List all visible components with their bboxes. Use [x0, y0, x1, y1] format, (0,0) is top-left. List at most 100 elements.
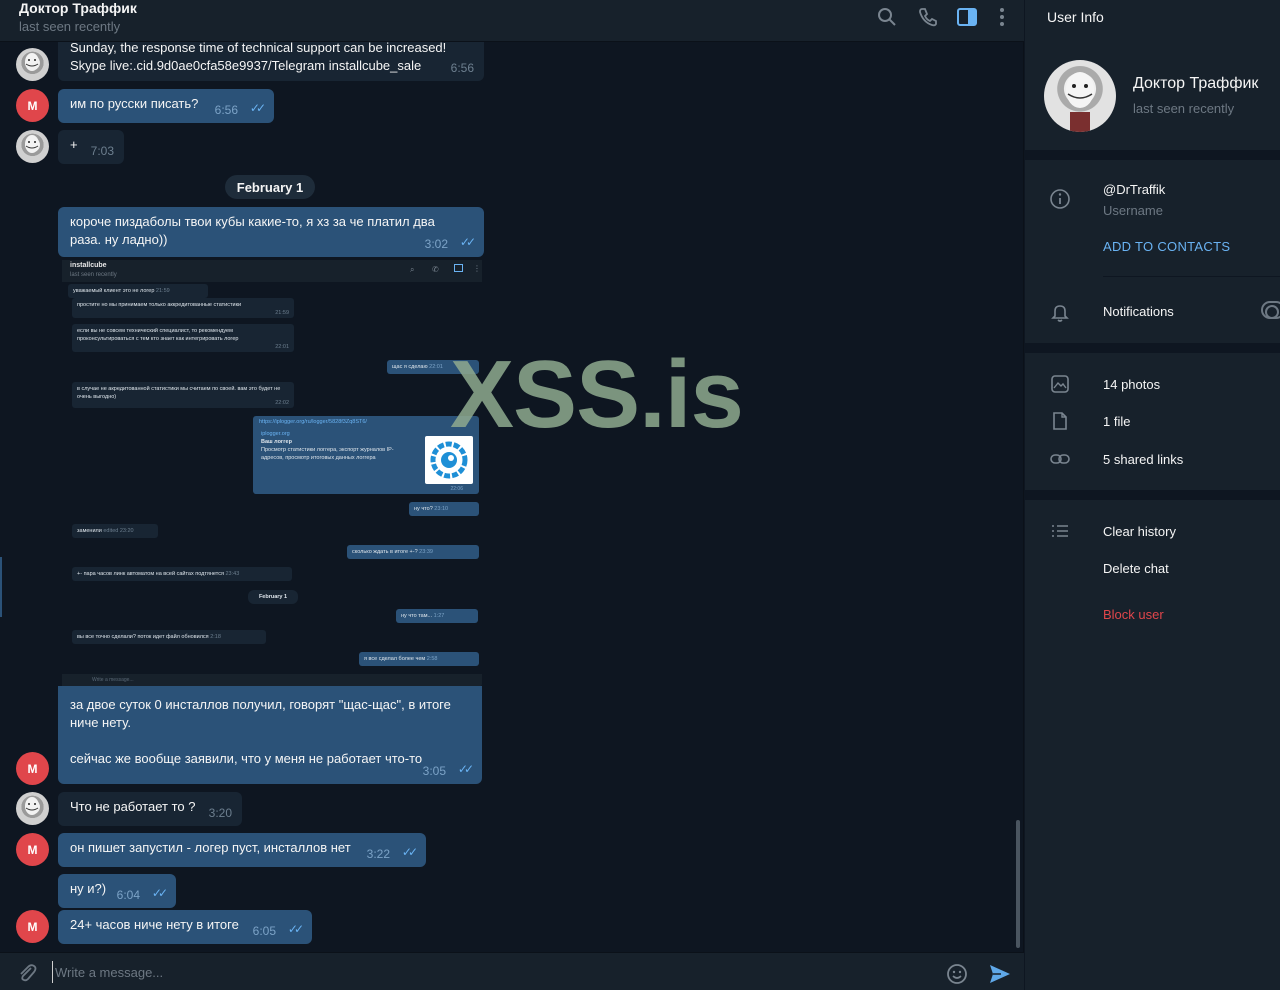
list-icon	[1049, 520, 1071, 542]
message-text: +	[70, 137, 78, 152]
avatar[interactable]: M	[16, 89, 49, 122]
read-receipt-icon: ✓✓	[249, 101, 266, 115]
message-time: 3:02	[424, 237, 448, 251]
message-time: 6:56	[450, 61, 474, 75]
embedded-message-time: 2:18	[210, 634, 221, 640]
profile-avatar[interactable]	[1044, 60, 1116, 132]
shared-links-item[interactable]: 5 shared links	[1103, 452, 1183, 467]
search-icon[interactable]	[876, 6, 898, 28]
message-bubble[interactable]: он пишет запустил - логер пуст, инсталло…	[58, 833, 426, 867]
embedded-sidebar-icon	[454, 264, 463, 272]
message-time: 6:04	[116, 888, 140, 902]
embedded-message-time: 22:06	[450, 486, 463, 492]
bell-icon	[1049, 301, 1071, 323]
embedded-message-time: 23:39	[419, 549, 433, 555]
section-divider	[1025, 490, 1280, 500]
avatar[interactable]: M	[16, 752, 49, 785]
embedded-message-text: в случае не акредитованной статистики мы…	[77, 386, 281, 400]
message-text: ну и?)	[70, 881, 107, 896]
panel-title: User Info	[1047, 9, 1104, 25]
clear-history-button[interactable]: Clear history	[1103, 524, 1176, 539]
embedded-header: installcube last seen recently ⌕ ✆ ⋮	[62, 260, 482, 282]
message-bubble[interactable]: ну и?) 6:04 ✓✓	[58, 874, 176, 908]
shared-files-item[interactable]: 1 file	[1103, 414, 1130, 429]
message-bubble[interactable]: Что не работает то ? 3:20	[58, 792, 242, 826]
embedded-title: installcube	[70, 262, 107, 269]
embedded-search-icon: ⌕	[410, 265, 415, 274]
avatar[interactable]: M	[16, 833, 49, 866]
selection-indicator	[0, 557, 2, 617]
shared-photos-item[interactable]: 14 photos	[1103, 377, 1160, 392]
message-text: он пишет запустил - логер пуст, инсталло…	[70, 840, 351, 855]
embedded-message: простите но мы принимаем только аккредит…	[72, 298, 294, 318]
avatar[interactable]	[16, 130, 49, 163]
telegram-window: Доктор Траффик last seen recently Sunday…	[0, 0, 1280, 990]
embedded-date-separator: February 1	[248, 590, 298, 604]
embedded-message: сколько ждать в итоге +-? 23:39	[347, 545, 479, 559]
message-bubble[interactable]: + 7:03	[58, 130, 124, 164]
embedded-status: last seen recently	[70, 272, 117, 278]
embedded-card-text: iplogger.org Ваш логгер Просмотр статист…	[261, 430, 411, 462]
message-input[interactable]	[52, 961, 912, 983]
embedded-message-text: заменили	[77, 528, 102, 534]
delete-chat-button[interactable]: Delete chat	[1103, 561, 1169, 576]
message-time: 3:05	[422, 764, 446, 778]
embedded-message-text: сколько ждать в итоге +-?	[352, 549, 418, 555]
embedded-message-time: 23:10	[434, 506, 449, 512]
read-receipt-icon: ✓✓	[151, 886, 168, 900]
message-text: Sunday, the response time of technical s…	[70, 42, 447, 73]
message-time: 7:03	[90, 144, 114, 158]
composer	[0, 952, 1024, 990]
embedded-card-site: iplogger.org	[261, 431, 290, 437]
embedded-message-text: если вы не совсем технический специалист…	[77, 328, 239, 342]
embedded-card-title: Ваш логгер	[261, 439, 292, 445]
photo-attachment[interactable]: installcube last seen recently ⌕ ✆ ⋮ ува…	[58, 258, 482, 686]
row-divider	[1103, 276, 1280, 277]
notifications-label[interactable]: Notifications	[1103, 304, 1174, 319]
username-label: Username	[1103, 203, 1163, 218]
section-divider	[1025, 343, 1280, 353]
message-bubble[interactable]: им по русски писать? 6:56 ✓✓	[58, 89, 274, 123]
chat-header[interactable]: Доктор Траффик last seen recently	[0, 0, 1024, 42]
watermark: XSS.is	[450, 341, 744, 448]
embedded-message-time: 21:59	[275, 310, 289, 316]
message-bubble[interactable]: за двое суток 0 инсталлов получил, говор…	[58, 686, 482, 784]
scrollbar[interactable]	[1016, 820, 1020, 948]
avatar[interactable]	[16, 48, 49, 81]
more-icon[interactable]	[991, 6, 1013, 28]
embedded-message-text: вы все точно сделали? поток идет файл об…	[77, 634, 209, 640]
embedded-message-text: +- пара часов линк автоматом на всей сай…	[77, 571, 224, 577]
block-user-button[interactable]: Block user	[1103, 607, 1164, 622]
message-time: 6:56	[214, 103, 238, 117]
embedded-message: заменили edited 23:20	[72, 524, 158, 538]
embedded-more-icon: ⋮	[473, 264, 481, 273]
sidebar-toggle-icon[interactable]	[956, 6, 978, 28]
add-to-contacts-button[interactable]: ADD TO CONTACTS	[1103, 239, 1230, 254]
send-icon[interactable]	[988, 963, 1012, 985]
notifications-toggle[interactable]	[1261, 301, 1280, 319]
message-bubble[interactable]: короче пиздаболы твои кубы какие-то, я х…	[58, 207, 484, 257]
embedded-composer-placeholder: Write a message...	[92, 677, 134, 683]
chat-area: Доктор Траффик last seen recently Sunday…	[0, 0, 1024, 990]
message-list[interactable]: Sunday, the response time of technical s…	[0, 42, 1024, 952]
embedded-message: в случае не акредитованной статистики мы…	[72, 382, 294, 408]
embedded-message-text: я все сделал более чем	[364, 656, 426, 662]
embedded-message-text: щас я сделаю	[392, 364, 428, 370]
message-bubble[interactable]: Sunday, the response time of technical s…	[58, 42, 484, 81]
avatar[interactable]: M	[16, 910, 49, 943]
avatar[interactable]	[16, 792, 49, 825]
attach-icon[interactable]	[16, 962, 38, 984]
chat-title[interactable]: Доктор Траффик	[19, 0, 137, 16]
message-text: короче пиздаболы твои кубы какие-то, я х…	[70, 214, 435, 247]
embedded-message-time: 2:58	[426, 656, 438, 662]
profile-name: Доктор Траффик	[1133, 75, 1259, 92]
section-divider	[1025, 150, 1280, 160]
phone-icon[interactable]	[917, 6, 939, 28]
message-text: им по русски писать?	[70, 96, 199, 111]
embedded-message-time: edited 23:20	[103, 528, 134, 534]
emoji-icon[interactable]	[946, 963, 968, 985]
date-separator: February 1	[225, 175, 315, 199]
message-bubble[interactable]: 24+ часов ниче нету в итоге 6:05 ✓✓	[58, 910, 312, 944]
message-text-2: сейчас же вообще заявили, что у меня не …	[70, 751, 423, 766]
username-value[interactable]: @DrTraffik	[1103, 182, 1165, 197]
